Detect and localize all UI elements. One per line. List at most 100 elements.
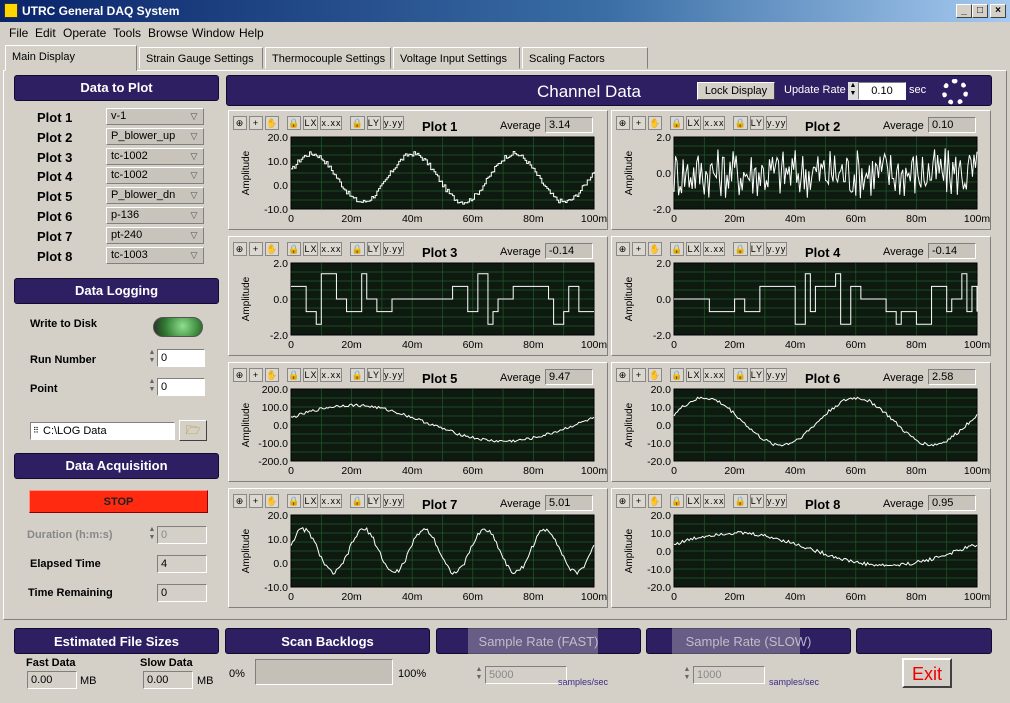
waveform-graph[interactable]: ⊕ + ✋ 🔒 LX x.xx 🔒 LY y.yy Plot 5 Average 9.47 200.0 1…: [228, 362, 608, 482]
plot-area[interactable]: 20.0 10.0 0.0 -10.00 20m 40m 60m 80m 100m Amplitu…: [229, 133, 607, 231]
y-scale-icon[interactable]: LY: [749, 368, 765, 382]
pan-hand-icon[interactable]: ✋: [648, 242, 663, 256]
x-scale-icon[interactable]: LX: [303, 368, 319, 382]
plot-channel-select[interactable]: P_blower_up ▽: [106, 127, 204, 145]
waveform-graph[interactable]: ⊕ + ✋ 🔒 LX x.xx 🔒 LY y.yy Plot 1 Average 3.14 20.0 10…: [228, 110, 608, 230]
lock-icon[interactable]: 🔒: [350, 116, 365, 130]
lock-icon[interactable]: 🔒: [350, 242, 365, 256]
zoom-icon[interactable]: ⊕: [233, 494, 247, 508]
zoom-icon[interactable]: ⊕: [233, 116, 247, 130]
lock-icon[interactable]: 🔒: [670, 368, 685, 382]
plot-area[interactable]: 2.0 0.0 -2.00 20m 40m 60m 80m 100m Amplitude: [612, 259, 990, 357]
crosshair-icon[interactable]: +: [249, 242, 263, 256]
plot-area[interactable]: 20.0 10.0 0.0 -10.0 -20.00 20m 40m 60m 80m 100m Am…: [612, 511, 990, 609]
minimize-button[interactable]: _: [956, 4, 972, 18]
tab-strain-gauge[interactable]: Strain Gauge Settings: [139, 47, 263, 69]
y-format-icon[interactable]: y.yy: [766, 494, 788, 508]
plot-channel-select[interactable]: tc-1003 ▽: [106, 246, 204, 264]
plot-area[interactable]: 2.0 0.0 -2.00 20m 40m 60m 80m 100m Amplitude: [612, 133, 990, 231]
lock-icon[interactable]: 🔒: [287, 116, 302, 130]
waveform-graph[interactable]: ⊕ + ✋ 🔒 LX x.xx 🔒 LY y.yy Plot 7 Average 5.01 20.0 10…: [228, 488, 608, 608]
close-button[interactable]: ×: [990, 4, 1006, 18]
plot-area[interactable]: 20.0 10.0 0.0 -10.00 20m 40m 60m 80m 100m Amplitu…: [229, 511, 607, 609]
lock-icon[interactable]: 🔒: [670, 242, 685, 256]
graph-toolbar[interactable]: ⊕ + ✋ 🔒 LX x.xx 🔒 LY y.yy: [233, 116, 406, 132]
plot-channel-select[interactable]: tc-1002 ▽: [106, 167, 204, 185]
x-scale-icon[interactable]: LX: [303, 242, 319, 256]
crosshair-icon[interactable]: +: [249, 368, 263, 382]
x-format-icon[interactable]: x.xx: [703, 368, 726, 382]
y-format-icon[interactable]: y.yy: [383, 242, 405, 256]
lock-icon[interactable]: 🔒: [670, 116, 685, 130]
lock-icon[interactable]: 🔒: [733, 494, 748, 508]
x-format-icon[interactable]: x.xx: [320, 368, 343, 382]
menu-operate[interactable]: Operate: [63, 26, 106, 40]
menu-edit[interactable]: Edit: [35, 26, 56, 40]
stop-button[interactable]: STOP: [29, 490, 208, 513]
run-number-spinner[interactable]: ▲ ▼: [147, 349, 157, 367]
log-path-input[interactable]: C:\LOG Data: [30, 422, 175, 440]
menu-browse[interactable]: Browse: [148, 26, 188, 40]
crosshair-icon[interactable]: +: [249, 494, 263, 508]
zoom-icon[interactable]: ⊕: [616, 494, 630, 508]
lock-icon[interactable]: 🔒: [733, 242, 748, 256]
pan-hand-icon[interactable]: ✋: [648, 494, 663, 508]
point-input[interactable]: 0: [157, 378, 205, 396]
plot-channel-select[interactable]: v-1 ▽: [106, 108, 204, 125]
menu-tools[interactable]: Tools: [113, 26, 141, 40]
zoom-icon[interactable]: ⊕: [616, 116, 630, 130]
waveform-graph[interactable]: ⊕ + ✋ 🔒 LX x.xx 🔒 LY y.yy Plot 4 Average -0.14 2.0 0.…: [611, 236, 991, 356]
crosshair-icon[interactable]: +: [632, 242, 646, 256]
pan-hand-icon[interactable]: ✋: [648, 368, 663, 382]
zoom-icon[interactable]: ⊕: [616, 368, 630, 382]
pan-hand-icon[interactable]: ✋: [265, 494, 280, 508]
lock-icon[interactable]: 🔒: [350, 494, 365, 508]
zoom-icon[interactable]: ⊕: [233, 242, 247, 256]
y-format-icon[interactable]: y.yy: [383, 368, 405, 382]
pan-hand-icon[interactable]: ✋: [265, 368, 280, 382]
graph-toolbar[interactable]: ⊕ + ✋ 🔒 LX x.xx 🔒 LY y.yy: [616, 368, 789, 384]
x-scale-icon[interactable]: LX: [686, 242, 702, 256]
browse-folder-icon[interactable]: 🗁: [179, 420, 207, 441]
y-scale-icon[interactable]: LY: [749, 242, 765, 256]
lock-icon[interactable]: 🔒: [733, 368, 748, 382]
x-format-icon[interactable]: x.xx: [320, 116, 343, 130]
graph-toolbar[interactable]: ⊕ + ✋ 🔒 LX x.xx 🔒 LY y.yy: [233, 368, 406, 384]
y-scale-icon[interactable]: LY: [749, 494, 765, 508]
menu-help[interactable]: Help: [239, 26, 264, 40]
x-format-icon[interactable]: x.xx: [320, 242, 343, 256]
lock-icon[interactable]: 🔒: [287, 368, 302, 382]
graph-toolbar[interactable]: ⊕ + ✋ 🔒 LX x.xx 🔒 LY y.yy: [616, 116, 789, 132]
y-format-icon[interactable]: y.yy: [383, 494, 405, 508]
graph-toolbar[interactable]: ⊕ + ✋ 🔒 LX x.xx 🔒 LY y.yy: [233, 494, 406, 510]
pan-hand-icon[interactable]: ✋: [265, 242, 280, 256]
lock-display-button[interactable]: Lock Display: [697, 82, 775, 100]
waveform-graph[interactable]: ⊕ + ✋ 🔒 LX x.xx 🔒 LY y.yy Plot 6 Average 2.58 20.0 10…: [611, 362, 991, 482]
point-spinner[interactable]: ▲ ▼: [147, 378, 157, 396]
run-number-input[interactable]: 0: [157, 349, 205, 367]
waveform-graph[interactable]: ⊕ + ✋ 🔒 LX x.xx 🔒 LY y.yy Plot 8 Average 0.95 20.0 10…: [611, 488, 991, 608]
crosshair-icon[interactable]: +: [632, 116, 646, 130]
y-format-icon[interactable]: y.yy: [383, 116, 405, 130]
x-scale-icon[interactable]: LX: [303, 494, 319, 508]
menu-file[interactable]: File: [9, 26, 28, 40]
y-scale-icon[interactable]: LY: [749, 116, 765, 130]
x-scale-icon[interactable]: LX: [303, 116, 319, 130]
tab-thermocouple[interactable]: Thermocouple Settings: [265, 47, 391, 69]
lock-icon[interactable]: 🔒: [287, 242, 302, 256]
plot-channel-select[interactable]: tc-1002 ▽: [106, 147, 204, 165]
y-scale-icon[interactable]: LY: [366, 242, 382, 256]
lock-icon[interactable]: 🔒: [287, 494, 302, 508]
lock-icon[interactable]: 🔒: [733, 116, 748, 130]
x-format-icon[interactable]: x.xx: [703, 242, 726, 256]
y-format-icon[interactable]: y.yy: [766, 242, 788, 256]
waveform-graph[interactable]: ⊕ + ✋ 🔒 LX x.xx 🔒 LY y.yy Plot 2 Average 0.10 2.0 0.0…: [611, 110, 991, 230]
menu-window[interactable]: Window: [192, 26, 235, 40]
y-scale-icon[interactable]: LY: [366, 368, 382, 382]
pan-hand-icon[interactable]: ✋: [265, 116, 280, 130]
waveform-graph[interactable]: ⊕ + ✋ 🔒 LX x.xx 🔒 LY y.yy Plot 3 Average -0.14 2.0 0.…: [228, 236, 608, 356]
lock-icon[interactable]: 🔒: [670, 494, 685, 508]
x-format-icon[interactable]: x.xx: [320, 494, 343, 508]
write-to-disk-toggle[interactable]: [153, 317, 203, 337]
y-scale-icon[interactable]: LY: [366, 494, 382, 508]
